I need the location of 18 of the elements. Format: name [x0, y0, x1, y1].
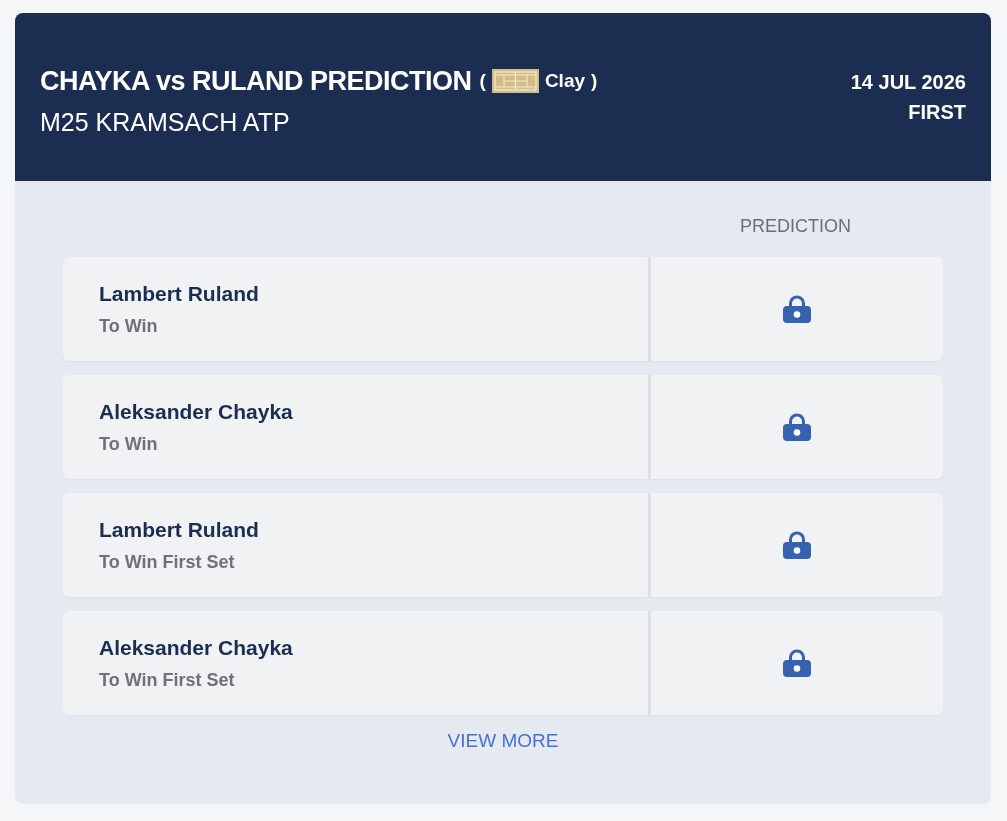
- market-label: To Win: [99, 433, 158, 455]
- paren-text: (: [479, 69, 486, 93]
- match-title: CHAYKA vs RULAND PREDICTION: [40, 65, 472, 98]
- paren-text: ): [591, 69, 598, 93]
- market-label: To Win: [99, 315, 158, 337]
- match-date: 14 JUL 2026: [850, 70, 966, 94]
- court-icon: [491, 69, 539, 93]
- player-name: Aleksander Chayka: [99, 399, 293, 425]
- tournament-name: M25 KRAMSACH ATP: [40, 107, 290, 138]
- player-name: Aleksander Chayka: [99, 635, 293, 661]
- round-label: FIRST: [908, 100, 966, 124]
- player-name: Lambert Ruland: [99, 281, 259, 307]
- player-name: Lambert Ruland: [99, 517, 259, 543]
- market-label: To Win First Set: [99, 551, 235, 573]
- market-label: To Win First Set: [99, 669, 235, 691]
- surface-label: Clay: [544, 69, 586, 93]
- view-more-link[interactable]: VIEW MORE: [447, 729, 559, 753]
- column-header: PREDICTION: [740, 215, 851, 237]
